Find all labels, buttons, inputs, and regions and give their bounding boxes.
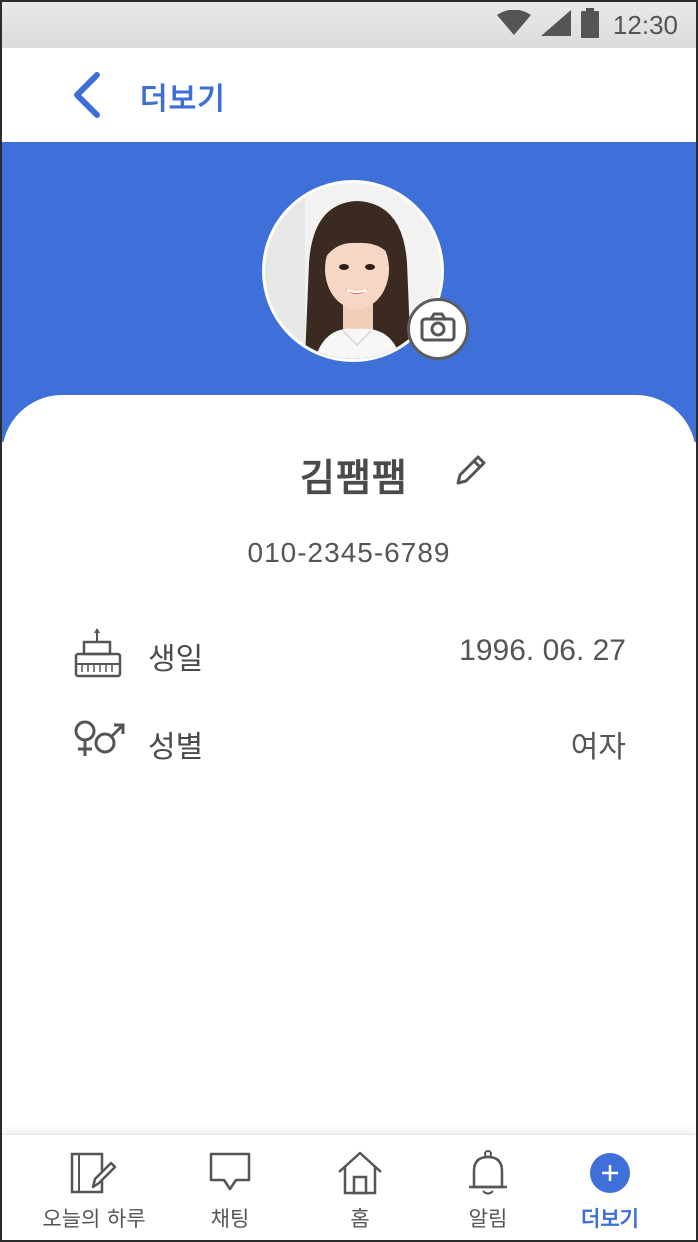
change-photo-button[interactable] — [407, 298, 469, 360]
nav-item-diary[interactable]: 오늘의 하루 — [24, 1135, 164, 1240]
signal-icon — [540, 10, 571, 40]
phone-number: 010-2345-6789 — [247, 537, 451, 568]
birthday-label: 생일 — [148, 642, 204, 677]
home-icon — [334, 1149, 386, 1197]
chat-icon — [204, 1149, 256, 1197]
diary-icon — [68, 1149, 120, 1197]
birthday-row: 생일 1996. 06. 27 — [2, 620, 696, 680]
app-screen: 12:30 더보기 김팸팸 010-2345-6789 생일 1996. 06.… — [0, 0, 698, 1242]
nav-item-alarm[interactable]: 알림 — [418, 1135, 558, 1240]
nav-label-chat: 채팅 — [210, 1207, 250, 1231]
gender-value: 여자 — [570, 731, 626, 764]
edit-name-button[interactable] — [452, 453, 490, 491]
nav-label-more: 더보기 — [581, 1207, 639, 1231]
plus-circle-icon — [584, 1149, 636, 1197]
nav-label-alarm: 알림 — [468, 1207, 508, 1231]
gender-row: 성별 여자 — [2, 708, 696, 768]
pencil-icon — [454, 453, 488, 491]
wifi-icon — [496, 9, 531, 40]
birthday-cake-icon — [72, 628, 126, 678]
status-icons: 12:30 — [496, 8, 678, 42]
nav-item-home[interactable]: 홈 — [290, 1135, 430, 1240]
camera-icon — [420, 312, 456, 346]
nav-label-home: 홈 — [350, 1207, 370, 1231]
status-time: 12:30 — [612, 9, 678, 40]
status-bar: 12:30 — [2, 2, 696, 48]
bottom-navigation: 오늘의 하루 채팅 홈 알림 더보기 — [2, 1134, 696, 1240]
nav-label-diary: 오늘의 하루 — [42, 1207, 146, 1231]
gender-label: 성별 — [148, 730, 204, 765]
name-row: 김팸팸 — [2, 447, 696, 500]
battery-icon — [580, 8, 599, 42]
back-button[interactable] — [64, 72, 110, 122]
bell-icon — [462, 1149, 514, 1197]
page-title: 더보기 — [140, 82, 226, 117]
chevron-left-icon — [71, 72, 103, 122]
birthday-value: 1996. 06. 27 — [459, 634, 626, 667]
nav-item-more[interactable]: 더보기 — [540, 1135, 680, 1240]
nav-item-chat[interactable]: 채팅 — [160, 1135, 300, 1240]
gender-icon — [72, 716, 126, 766]
app-bar: 더보기 — [2, 48, 696, 142]
user-name: 김팸팸 — [300, 456, 408, 500]
